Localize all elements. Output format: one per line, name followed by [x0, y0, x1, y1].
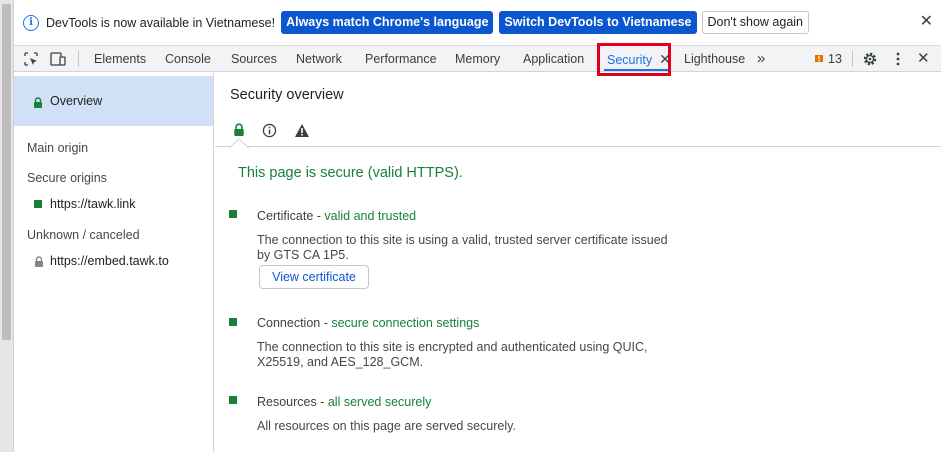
inspect-element-icon[interactable] — [23, 51, 39, 67]
warning-icon[interactable] — [294, 123, 310, 138]
connection-description: The connection to this site is encrypted… — [257, 340, 648, 369]
language-infobar: i DevTools is now available in Vietnames… — [14, 0, 941, 46]
issues-count: 13 — [828, 52, 842, 66]
devtools-window: i DevTools is now available in Vietnames… — [0, 0, 941, 452]
secure-status-icon — [229, 318, 237, 326]
connection-status: secure connection settings — [331, 316, 480, 330]
kebab-menu-icon[interactable] — [890, 51, 906, 67]
secure-lock-icon[interactable] — [233, 123, 245, 136]
info-icon: i — [23, 14, 39, 31]
issues-counter[interactable]: 13 — [814, 46, 842, 72]
annotation-highlight-box — [597, 43, 671, 76]
certificate-description: The connection to this site is using a v… — [257, 233, 668, 262]
more-tabs-chevron-icon[interactable]: » — [757, 46, 765, 72]
secure-status-icon — [229, 210, 237, 218]
certificate-status: valid and trusted — [324, 209, 417, 223]
close-devtools-icon[interactable]: ✕ — [917, 46, 930, 72]
dont-show-again-button[interactable]: Don't show again — [701, 11, 810, 34]
resources-status: all served securely — [327, 395, 432, 409]
secure-status-icon — [34, 200, 42, 208]
switch-to-vietnamese-button[interactable]: Switch DevTools to Vietnamese — [499, 11, 697, 34]
resources-label: Resources - — [257, 395, 328, 409]
sidebar-item-secure-origin[interactable]: https://tawk.link — [34, 197, 135, 211]
sidebar-heading-main-origin: Main origin — [27, 141, 89, 155]
issue-flag-icon — [815, 55, 823, 62]
toolbar-divider — [852, 51, 853, 67]
certificate-heading: Certificate - valid and trusted — [257, 209, 416, 223]
lock-icon — [34, 97, 42, 108]
origin-label: https://embed.tawk.to — [50, 254, 169, 268]
resources-heading: Resources - all served securely — [257, 395, 431, 409]
always-match-language-button[interactable]: Always match Chrome's language — [281, 11, 494, 34]
tab-console[interactable]: Console — [165, 46, 211, 72]
origin-label: https://tawk.link — [50, 197, 136, 211]
tab-network[interactable]: Network — [296, 46, 342, 72]
security-summary-icons — [215, 115, 941, 148]
device-toolbar-icon[interactable] — [50, 51, 66, 67]
tab-sources[interactable]: Sources — [231, 46, 277, 72]
active-selector-caret — [229, 138, 249, 148]
security-overview-panel: Security overview This page is secure (v… — [215, 73, 941, 452]
sidebar-heading-unknown: Unknown / canceled — [27, 228, 140, 242]
secure-status-icon — [229, 396, 237, 404]
devtools-tabbar: Elements Console Sources Network Perform… — [14, 43, 941, 76]
page-title: Security overview — [230, 87, 344, 103]
security-sidebar: Overview Main origin Secure origins http… — [14, 73, 214, 452]
certificate-label: Certificate - — [257, 209, 325, 223]
connection-label: Connection - — [257, 316, 332, 330]
close-icon[interactable]: ✕ — [920, 14, 933, 30]
tab-lighthouse[interactable]: Lighthouse — [684, 46, 745, 72]
lock-icon — [35, 255, 43, 267]
sidebar-heading-secure-origins: Secure origins — [27, 171, 107, 185]
sidebar-item-overview[interactable]: Overview — [14, 76, 213, 126]
security-headline: This page is secure (valid HTTPS). — [238, 165, 463, 181]
page-scrollbar[interactable] — [0, 0, 14, 452]
toolbar-divider — [78, 51, 79, 67]
view-certificate-button[interactable]: View certificate — [259, 265, 369, 289]
tab-elements[interactable]: Elements — [94, 46, 146, 72]
sidebar-item-unknown-origin[interactable]: https://embed.tawk.to — [34, 254, 169, 268]
gear-icon[interactable] — [862, 51, 878, 67]
tab-memory[interactable]: Memory — [455, 46, 500, 72]
tab-application[interactable]: Application — [523, 46, 584, 72]
sidebar-item-label: Overview — [50, 94, 103, 108]
scrollbar-thumb[interactable] — [2, 4, 11, 340]
connection-heading: Connection - secure connection settings — [257, 316, 479, 330]
resources-description: All resources on this page are served se… — [257, 419, 516, 433]
info-circle-icon[interactable] — [262, 123, 277, 138]
infobar-message: DevTools is now available in Vietnamese! — [46, 15, 276, 30]
tab-performance[interactable]: Performance — [365, 46, 437, 72]
